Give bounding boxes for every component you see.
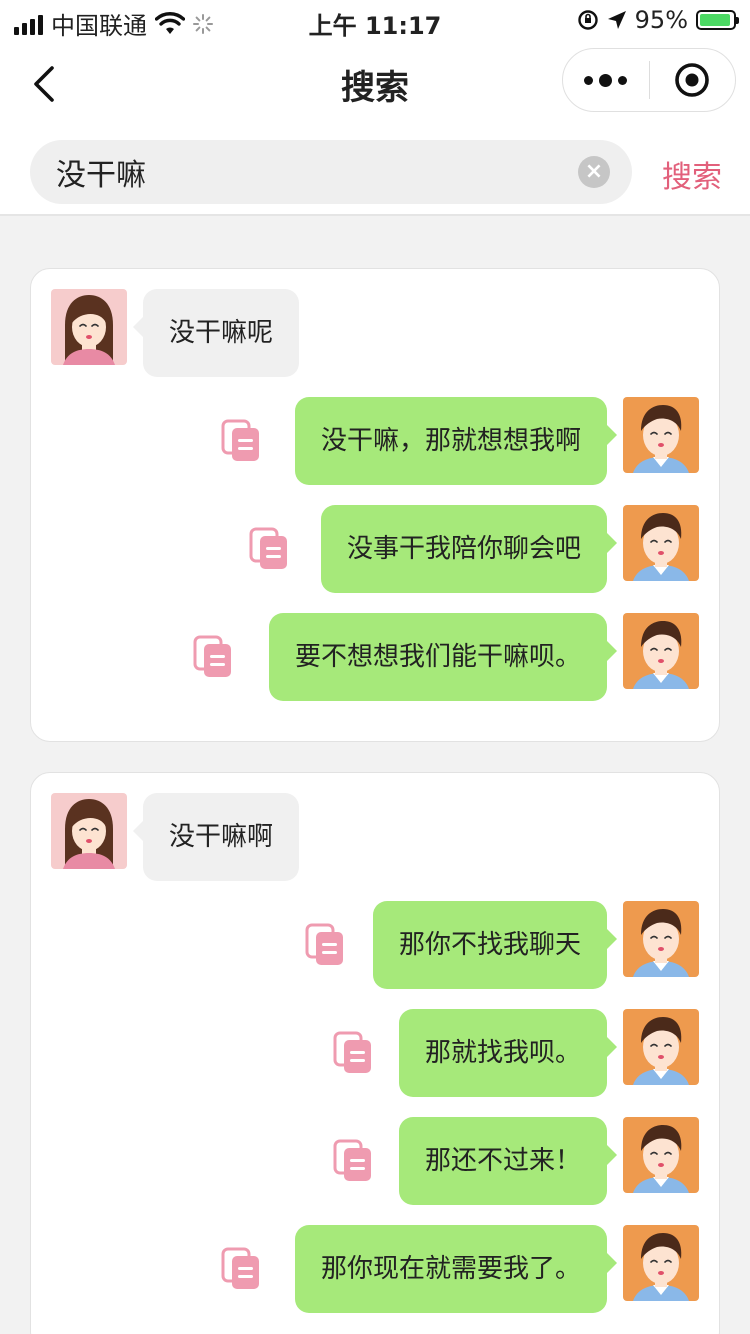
female-avatar — [51, 793, 127, 869]
miniprogram-capsule — [562, 48, 736, 112]
reply-bubble[interactable]: 那就找我呗。 — [398, 1009, 618, 1097]
male-avatar — [623, 901, 699, 977]
reply-bubble[interactable]: 那你不找我聊天 — [372, 901, 618, 989]
close-icon: × — [584, 159, 604, 184]
reply-bubble[interactable]: 没事干我陪你聊会吧 — [320, 505, 618, 593]
question-bubble[interactable]: 没干嘛啊 — [132, 793, 300, 881]
female-avatar — [51, 289, 127, 365]
search-input[interactable] — [56, 140, 576, 204]
reply-bubble[interactable]: 那你现在就需要我了。 — [294, 1225, 618, 1313]
male-avatar — [623, 397, 699, 473]
close-miniprogram-button[interactable] — [650, 48, 736, 112]
male-avatar — [623, 505, 699, 581]
copy-icon[interactable] — [333, 1139, 373, 1183]
male-avatar — [623, 1117, 699, 1193]
battery-icon — [696, 10, 739, 30]
search-button[interactable]: 搜索 — [662, 152, 722, 196]
rotation-lock-icon — [577, 10, 598, 30]
copy-icon[interactable] — [333, 1031, 373, 1075]
search-box: × — [30, 140, 632, 204]
nav-bar: 搜索 — [0, 40, 750, 128]
status-bar: 中国联通 上午 11:17 95% — [0, 0, 750, 40]
reply-bubble[interactable]: 那还不过来！ — [398, 1117, 618, 1205]
reply-bubble[interactable]: 没干嘛，那就想想我啊 — [294, 397, 618, 485]
dot-icon — [599, 73, 613, 87]
result-card: 没干嘛呢 没干嘛，那就想想我啊 没事干我陪你聊会吧 要不想想我们能干嘛呗。 — [30, 268, 720, 742]
target-icon — [675, 63, 710, 97]
reply-bubble[interactable]: 要不想想我们能干嘛呗。 — [268, 613, 618, 701]
copy-icon[interactable] — [249, 527, 289, 571]
male-avatar — [623, 1009, 699, 1085]
search-bar: × 搜索 — [0, 128, 750, 216]
question-bubble[interactable]: 没干嘛呢 — [132, 289, 300, 377]
dot-icon — [618, 75, 628, 85]
copy-icon[interactable] — [305, 923, 345, 967]
copy-icon[interactable] — [221, 419, 261, 463]
location-arrow-icon — [607, 11, 626, 29]
dot-icon — [584, 75, 594, 85]
status-right: 95% — [577, 6, 739, 34]
male-avatar — [623, 613, 699, 689]
battery-percent: 95% — [634, 6, 688, 34]
male-avatar — [623, 1225, 699, 1301]
more-button[interactable] — [563, 48, 649, 112]
copy-icon[interactable] — [221, 1247, 261, 1291]
result-card: 没干嘛啊 那你不找我聊天 那就找我呗。 那还不过来！ 那你现在就需要我了。 — [30, 772, 720, 1334]
copy-icon[interactable] — [193, 635, 233, 679]
clear-search-button[interactable]: × — [578, 156, 610, 188]
